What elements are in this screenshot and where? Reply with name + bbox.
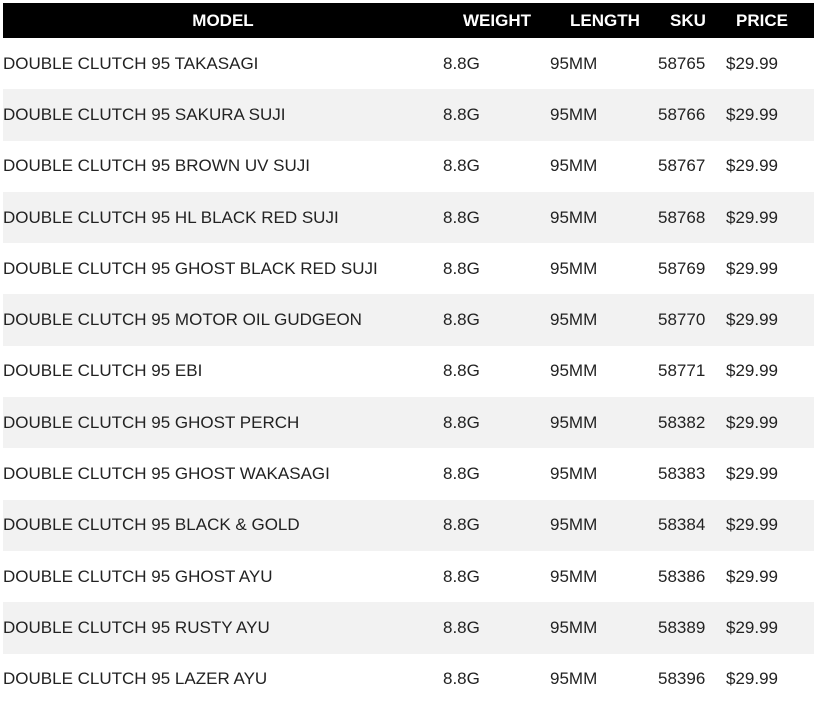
header-sku[interactable]: SKU bbox=[648, 3, 716, 38]
cell-price: $29.99 bbox=[726, 617, 778, 637]
table-row[interactable]: DOUBLE CLUTCH 95 HL BLACK RED SUJI 8.8G 95… bbox=[3, 191, 814, 244]
header-length[interactable]: LENGTH bbox=[540, 3, 648, 38]
table-row[interactable]: DOUBLE CLUTCH 95 GHOST WAKASAGI 8.8G 95MM 5… bbox=[3, 448, 814, 500]
cell-price: $29.99 bbox=[726, 566, 778, 586]
cell-weight: 8.8G bbox=[443, 104, 480, 124]
cell-model: DOUBLE CLUTCH 95 LAZER AYU bbox=[3, 669, 268, 689]
cell-model: DOUBLE CLUTCH 95 GHOST BLACK RED SUJI bbox=[3, 258, 378, 278]
cell-model: DOUBLE CLUTCH 95 TAKASAGI bbox=[3, 53, 259, 73]
cell-weight: 8.8G bbox=[443, 310, 480, 330]
table-row[interactable]: DOUBLE CLUTCH 95 BLACK & GOLD 8.8G 95MM 583… bbox=[3, 499, 814, 551]
cell-length: 95MM bbox=[550, 515, 598, 535]
cell-price: $29.99 bbox=[726, 412, 778, 432]
table-row[interactable]: DOUBLE CLUTCH 95 BROWN UV SUJI 8.8G 95MM 58… bbox=[3, 140, 814, 192]
table-row[interactable]: DOUBLE CLUTCH 95 GHOST PERCH 8.8G 95MM 5838… bbox=[3, 397, 814, 449]
table-header: MODEL WEIGHT LENGTH SKU PRICE bbox=[3, 3, 814, 38]
cell-length: 95MM bbox=[550, 310, 598, 330]
cell-model: DOUBLE CLUTCH 95 GHOST WAKASAGI bbox=[3, 464, 330, 484]
cell-sku: 58769 bbox=[658, 258, 706, 278]
cell-price: $29.99 bbox=[726, 669, 778, 689]
cell-weight: 8.8G bbox=[443, 207, 480, 227]
table-row[interactable]: DOUBLE CLUTCH 95 LAZER AYU 8.8G 95MM 58396 $… bbox=[3, 653, 814, 705]
cell-model: DOUBLE CLUTCH 95 BLACK & GOLD bbox=[3, 515, 300, 535]
cell-length: 95MM bbox=[550, 156, 598, 176]
cell-model: DOUBLE CLUTCH 95 GHOST AYU bbox=[3, 566, 273, 586]
table-row[interactable]: DOUBLE CLUTCH 95 RUSTY AYU 8.8G 95MM 58389 $… bbox=[3, 602, 814, 654]
cell-sku: 58383 bbox=[658, 464, 706, 484]
table-body: DOUBLE CLUTCH 95 TAKASAGI 8.8G 95MM 58765 $2… bbox=[3, 38, 814, 705]
cell-length: 95MM bbox=[550, 412, 598, 432]
cell-weight: 8.8G bbox=[443, 258, 480, 278]
cell-length: 95MM bbox=[550, 566, 598, 586]
cell-sku: 58765 bbox=[658, 53, 706, 73]
cell-price: $29.99 bbox=[726, 464, 778, 484]
cell-weight: 8.8G bbox=[443, 464, 480, 484]
cell-sku: 58767 bbox=[658, 156, 706, 176]
cell-length: 95MM bbox=[550, 361, 598, 381]
cell-weight: 8.8G bbox=[443, 361, 480, 381]
cell-price: $29.99 bbox=[726, 156, 778, 176]
cell-length: 95MM bbox=[550, 669, 598, 689]
cell-model: DOUBLE CLUTCH 95 GHOST PERCH bbox=[3, 412, 300, 432]
cell-weight: 8.8G bbox=[443, 566, 480, 586]
cell-weight: 8.8G bbox=[443, 53, 480, 73]
product-spec-table: MODEL WEIGHT LENGTH SKU PRICE DOUBLE CLU… bbox=[3, 3, 814, 705]
cell-sku: 58770 bbox=[658, 310, 706, 330]
cell-model: DOUBLE CLUTCH 95 RUSTY AYU bbox=[3, 617, 270, 637]
cell-weight: 8.8G bbox=[443, 515, 480, 535]
cell-sku: 58396 bbox=[658, 669, 706, 689]
cell-sku: 58382 bbox=[658, 412, 706, 432]
cell-price: $29.99 bbox=[726, 104, 778, 124]
cell-length: 95MM bbox=[550, 464, 598, 484]
cell-length: 95MM bbox=[550, 104, 598, 124]
table-row[interactable]: DOUBLE CLUTCH 95 GHOST AYU 8.8G 95MM 58386 $… bbox=[3, 550, 814, 603]
cell-price: $29.99 bbox=[726, 310, 778, 330]
table-row[interactable]: DOUBLE CLUTCH 95 SAKURA SUJI 8.8G 95MM 5876… bbox=[3, 89, 814, 141]
cell-model: DOUBLE CLUTCH 95 HL BLACK RED SUJI bbox=[3, 207, 339, 227]
cell-length: 95MM bbox=[550, 258, 598, 278]
header-row: MODEL WEIGHT LENGTH SKU PRICE bbox=[3, 3, 814, 38]
table-row[interactable]: DOUBLE CLUTCH 95 MOTOR OIL GUDGEON 8.8G 95… bbox=[3, 294, 814, 346]
cell-sku: 58389 bbox=[658, 617, 706, 637]
cell-price: $29.99 bbox=[726, 515, 778, 535]
cell-length: 95MM bbox=[550, 617, 598, 637]
cell-weight: 8.8G bbox=[443, 156, 480, 176]
cell-price: $29.99 bbox=[726, 258, 778, 278]
cell-sku: 58771 bbox=[658, 361, 706, 381]
cell-sku: 58766 bbox=[658, 104, 706, 124]
cell-weight: 8.8G bbox=[443, 412, 480, 432]
header-price[interactable]: PRICE bbox=[716, 3, 814, 38]
cell-length: 95MM bbox=[550, 207, 598, 227]
cell-length: 95MM bbox=[550, 53, 598, 73]
cell-model: DOUBLE CLUTCH 95 EBI bbox=[3, 361, 203, 381]
cell-weight: 8.8G bbox=[443, 669, 480, 689]
cell-sku: 58386 bbox=[658, 566, 706, 586]
cell-sku: 58384 bbox=[658, 515, 706, 535]
table-row[interactable]: DOUBLE CLUTCH 95 EBI 8.8G 95MM 58771 $29.99 bbox=[3, 345, 814, 398]
cell-model: DOUBLE CLUTCH 95 SAKURA SUJI bbox=[3, 104, 286, 124]
cell-price: $29.99 bbox=[726, 207, 778, 227]
cell-model: DOUBLE CLUTCH 95 BROWN UV SUJI bbox=[3, 156, 310, 176]
cell-sku: 58768 bbox=[658, 207, 706, 227]
cell-weight: 8.8G bbox=[443, 617, 480, 637]
cell-model: DOUBLE CLUTCH 95 MOTOR OIL GUDGEON bbox=[3, 310, 362, 330]
cell-price: $29.99 bbox=[726, 53, 778, 73]
cell-price: $29.99 bbox=[726, 361, 778, 381]
header-model[interactable]: MODEL bbox=[3, 3, 433, 38]
table-row[interactable]: DOUBLE CLUTCH 95 TAKASAGI 8.8G 95MM 58765 $2… bbox=[3, 38, 814, 90]
table-row[interactable]: DOUBLE CLUTCH 95 GHOST BLACK RED SUJI 8.8… bbox=[3, 243, 814, 295]
header-weight[interactable]: WEIGHT bbox=[433, 3, 540, 38]
